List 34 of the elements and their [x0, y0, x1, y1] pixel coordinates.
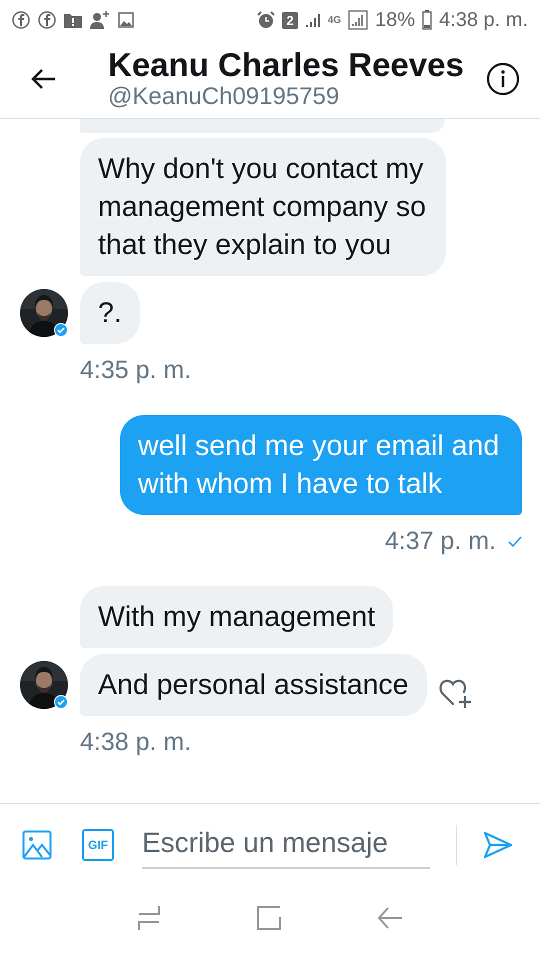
message-bubble: With my management [80, 586, 394, 648]
battery-percent: 18% [375, 8, 416, 32]
info-icon[interactable] [486, 62, 520, 96]
image-icon[interactable] [22, 830, 52, 860]
verified-badge-icon [54, 323, 68, 337]
contact-name: Keanu Charles Reeves [108, 47, 465, 83]
alert-folder-icon [64, 12, 82, 28]
gif-button[interactable]: GIF [82, 829, 114, 861]
signal-icon [348, 10, 368, 30]
recent-apps-icon[interactable] [137, 905, 162, 931]
facebook-icon [38, 11, 56, 29]
message-bubble: ?. [80, 282, 140, 344]
message-time: 4:35 p. m. [80, 356, 192, 385]
sim-badge: 2 [282, 12, 298, 28]
back-arrow-icon[interactable] [30, 68, 56, 90]
image-icon [118, 12, 134, 28]
message-bubble: And personal assistance [80, 654, 427, 716]
contact-handle: @KeanuCh09195759 [108, 83, 340, 111]
message-bubble: well send me your email and with whom I have to talk [120, 415, 522, 515]
battery-icon [422, 10, 432, 30]
verified-badge-icon [54, 695, 68, 709]
message-input[interactable]: Escribe un mensaje [142, 821, 430, 869]
facebook-icon [12, 11, 30, 29]
send-icon[interactable] [483, 831, 513, 859]
network-label: 4G [328, 14, 342, 26]
message-bubble: Why don't you contact my management company so that they explain to you [80, 138, 446, 276]
clock: 4:38 p. m. [439, 8, 528, 32]
message-time: 4:37 p. m. [384, 527, 496, 556]
alarm-icon [257, 11, 276, 29]
back-icon[interactable] [376, 906, 403, 930]
signal-icon [304, 12, 321, 28]
home-icon[interactable] [256, 905, 282, 931]
message-time: 4:38 p. m. [80, 728, 192, 757]
add-contact-icon [90, 11, 110, 29]
